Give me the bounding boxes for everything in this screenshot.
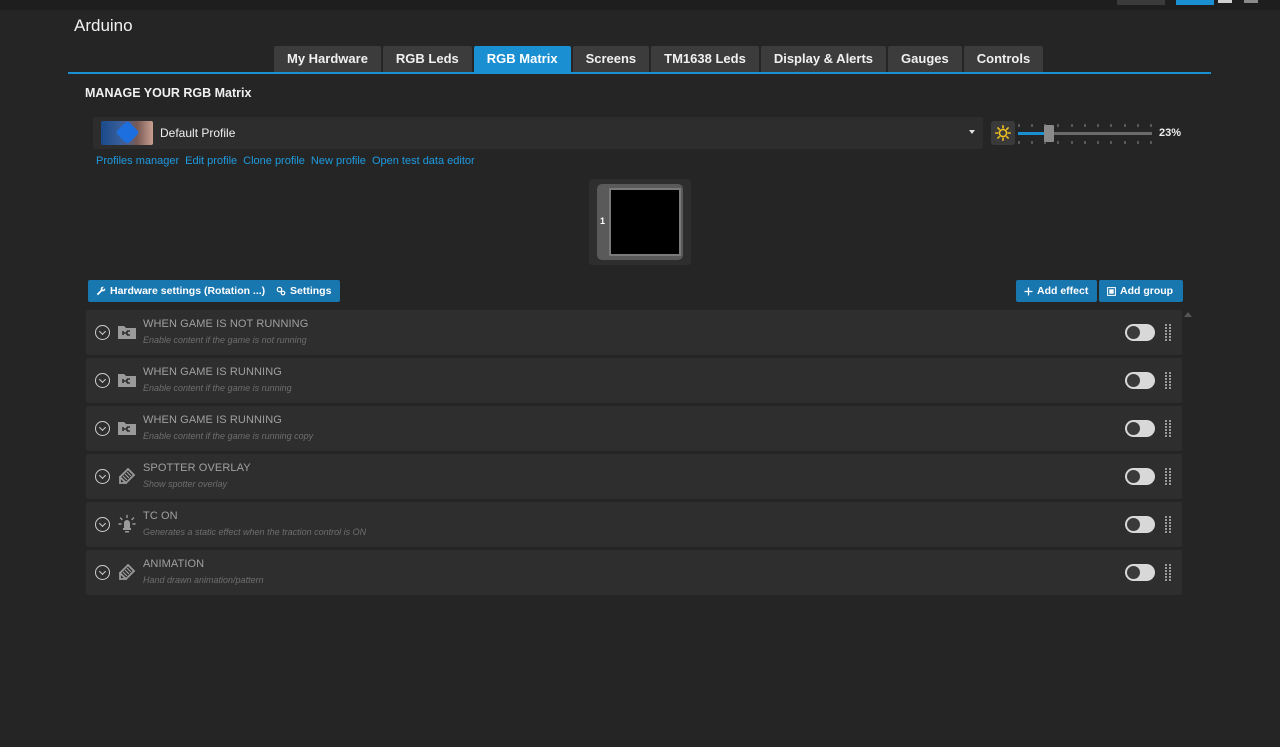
- profile-name: Default Profile: [160, 126, 236, 140]
- effect-title: TC ON: [143, 510, 178, 522]
- clone-profile-link[interactable]: Clone profile: [243, 155, 305, 167]
- tab-rgb-matrix[interactable]: RGB Matrix: [473, 46, 571, 72]
- effect-title: ANIMATION: [143, 558, 205, 570]
- effect-subtitle: Enable content if the game is running: [143, 383, 292, 393]
- app-title: Arduino: [74, 16, 133, 35]
- tab-display-alerts[interactable]: Display & Alerts: [760, 46, 887, 72]
- folder-flow-icon: [118, 374, 136, 387]
- expand-icon[interactable]: [95, 421, 110, 436]
- effect-subtitle: Enable content if the game is not runnin…: [143, 335, 307, 345]
- top-control[interactable]: [1244, 0, 1258, 3]
- effect-row[interactable]: TC ON Generates a static effect when the…: [86, 502, 1182, 547]
- profile-links: Profiles manager Edit profile Clone prof…: [96, 155, 475, 167]
- expand-icon[interactable]: [95, 469, 110, 484]
- slider-thumb[interactable]: [1043, 125, 1054, 142]
- top-control[interactable]: [1218, 0, 1232, 3]
- brightness-value: 23%: [1159, 127, 1182, 139]
- effect-subtitle: Hand drawn animation/pattern: [143, 575, 264, 585]
- drag-handle-icon[interactable]: [1164, 324, 1172, 341]
- effect-row[interactable]: WHEN GAME IS NOT RUNNING Enable content …: [86, 310, 1182, 355]
- effect-subtitle: Show spotter overlay: [143, 479, 228, 489]
- matrix-preview[interactable]: 1: [589, 179, 691, 265]
- tab-tm1638-leds[interactable]: TM1638 Leds: [651, 46, 759, 72]
- brightness-button[interactable]: [991, 121, 1015, 145]
- effect-toggle[interactable]: [1125, 324, 1155, 341]
- top-control[interactable]: [1117, 0, 1165, 5]
- drag-handle-icon[interactable]: [1164, 564, 1172, 581]
- tab-bar: My Hardware RGB Leds RGB Matrix Screens …: [274, 46, 1044, 72]
- effect-title: WHEN GAME IS NOT RUNNING: [143, 318, 309, 330]
- expand-icon[interactable]: [95, 373, 110, 388]
- effect-toggle[interactable]: [1125, 564, 1155, 581]
- expand-icon[interactable]: [95, 325, 110, 340]
- hardware-settings-label: Hardware settings (Rotation ...): [110, 285, 266, 297]
- section-title: MANAGE YOUR RGB Matrix: [85, 86, 252, 100]
- effect-toggle[interactable]: [1125, 420, 1155, 437]
- add-effect-label: Add effect: [1037, 285, 1089, 297]
- effect-title: WHEN GAME IS RUNNING: [143, 366, 282, 378]
- drag-handle-icon[interactable]: [1164, 420, 1172, 437]
- edit-profile-link[interactable]: Edit profile: [185, 155, 237, 167]
- top-control-active[interactable]: [1176, 0, 1214, 5]
- folder-flow-icon: [118, 326, 136, 339]
- new-profile-link[interactable]: New profile: [311, 155, 366, 167]
- effect-subtitle: Enable content if the game is running co…: [143, 431, 314, 441]
- tab-gauges[interactable]: Gauges: [888, 46, 962, 72]
- effect-row[interactable]: WHEN GAME IS RUNNING Enable content if t…: [86, 358, 1182, 403]
- pencil-icon: [118, 467, 136, 485]
- light-bulb-icon: [118, 514, 136, 533]
- window-top-strip: [0, 0, 1280, 10]
- profile-selector[interactable]: Default Profile: [93, 117, 983, 149]
- tab-underline: [68, 72, 1211, 74]
- effect-row[interactable]: ANIMATION Hand drawn animation/pattern: [86, 550, 1182, 595]
- brightness-slider[interactable]: [1018, 122, 1152, 146]
- drag-handle-icon[interactable]: [1164, 372, 1172, 389]
- tab-screens[interactable]: Screens: [572, 46, 650, 72]
- scroll-up-arrow[interactable]: [1184, 312, 1192, 317]
- effect-row[interactable]: SPOTTER OVERLAY Show spotter overlay: [86, 454, 1182, 499]
- settings-label: Settings: [290, 285, 332, 297]
- folder-flow-icon: [118, 422, 136, 435]
- tab-controls[interactable]: Controls: [963, 46, 1044, 72]
- sun-icon: [995, 125, 1011, 141]
- open-test-data-editor-link[interactable]: Open test data editor: [372, 155, 475, 167]
- gears-icon: [276, 286, 286, 296]
- tab-my-hardware[interactable]: My Hardware: [274, 46, 381, 72]
- chevron-down-icon: [969, 130, 975, 134]
- effect-row[interactable]: WHEN GAME IS RUNNING Enable content if t…: [86, 406, 1182, 451]
- plus-icon: [1024, 287, 1033, 295]
- effect-toggle[interactable]: [1125, 372, 1155, 389]
- matrix-screen: [609, 188, 681, 256]
- wrench-icon: [96, 286, 106, 296]
- drag-handle-icon[interactable]: [1164, 468, 1172, 485]
- hardware-settings-button[interactable]: Hardware settings (Rotation ...): [88, 280, 274, 302]
- gamepad-icon: [115, 121, 140, 145]
- matrix-device-frame: 1: [597, 184, 683, 260]
- tab-rgb-leds[interactable]: RGB Leds: [382, 46, 472, 72]
- add-group-button[interactable]: Add group: [1099, 280, 1183, 302]
- effect-title: WHEN GAME IS RUNNING: [143, 414, 282, 426]
- expand-icon[interactable]: [95, 517, 110, 532]
- expand-icon[interactable]: [95, 565, 110, 580]
- add-group-label: Add group: [1120, 285, 1174, 297]
- add-effect-button[interactable]: Add effect: [1016, 280, 1097, 302]
- effects-list: WHEN GAME IS NOT RUNNING Enable content …: [86, 310, 1182, 598]
- drag-handle-icon[interactable]: [1164, 516, 1172, 533]
- profile-thumbnail: [101, 121, 153, 145]
- settings-button[interactable]: Settings: [268, 280, 340, 302]
- group-icon: [1107, 286, 1116, 296]
- pencil-icon: [118, 563, 136, 581]
- effect-subtitle: Generates a static effect when the tract…: [143, 527, 367, 537]
- effect-title: SPOTTER OVERLAY: [143, 462, 251, 474]
- matrix-number: 1: [600, 216, 606, 226]
- effect-toggle[interactable]: [1125, 468, 1155, 485]
- profiles-manager-link[interactable]: Profiles manager: [96, 155, 179, 167]
- effect-toggle[interactable]: [1125, 516, 1155, 533]
